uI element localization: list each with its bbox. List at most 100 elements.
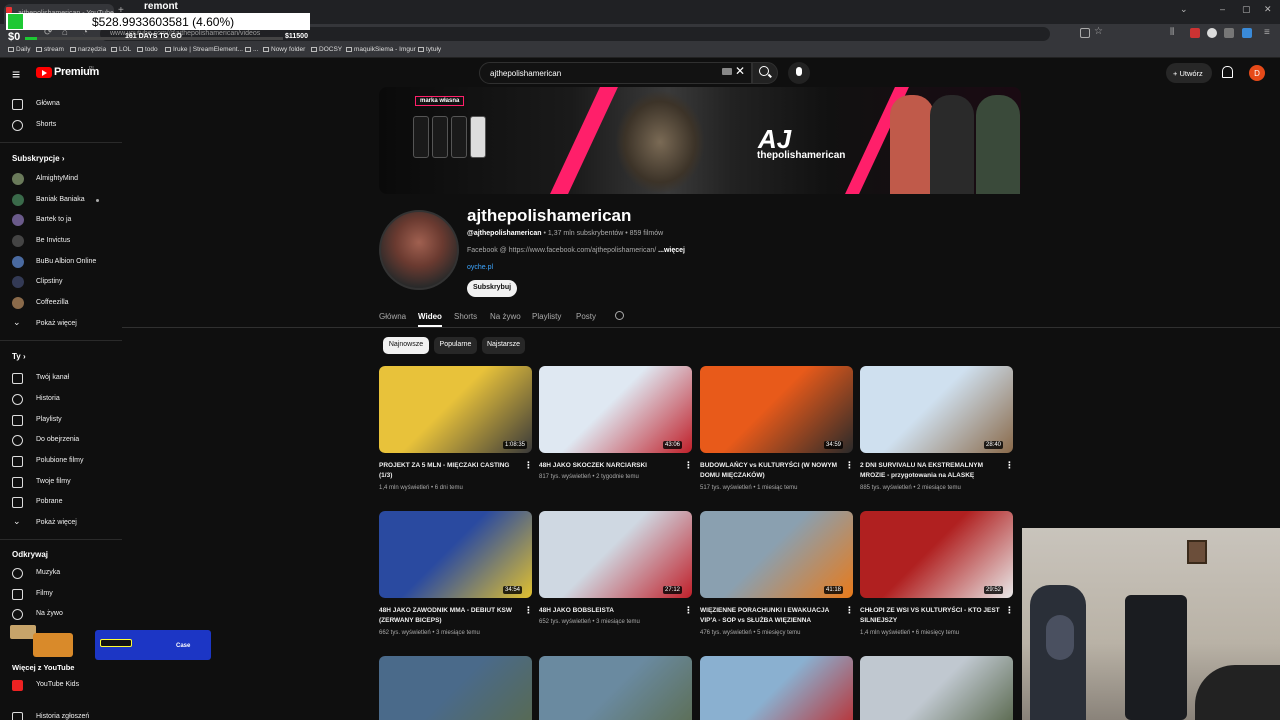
bookmark-item[interactable]: todo bbox=[137, 46, 158, 53]
sidebar-item-report-history[interactable]: Historia zgłoszeń bbox=[12, 712, 122, 720]
maximize-icon[interactable]: ▢ bbox=[1242, 4, 1251, 15]
extension-red-icon[interactable] bbox=[1190, 28, 1200, 38]
bookmark-item[interactable]: maquikSiema - Imgur bbox=[346, 46, 416, 53]
video-more-options-icon[interactable]: ⋮ bbox=[845, 605, 854, 616]
you-heading[interactable]: Ty › bbox=[12, 352, 26, 361]
cast-icon[interactable] bbox=[1080, 28, 1090, 38]
sidebar-item-playlists[interactable]: Playlisty bbox=[12, 415, 122, 431]
video-more-options-icon[interactable]: ⋮ bbox=[845, 460, 854, 471]
subscriptions-heading[interactable]: Subskrypcje › bbox=[12, 154, 64, 163]
clear-search-icon[interactable]: ✕ bbox=[735, 64, 745, 78]
sidebar-show-more[interactable]: ⌄ Pokaż więcej bbox=[12, 516, 122, 534]
bookmark-item[interactable]: narzędzia bbox=[70, 46, 106, 53]
sidebar-item-downloads[interactable]: Pobrane bbox=[12, 497, 122, 513]
sidebar-item-liked[interactable]: Polubione filmy bbox=[12, 456, 122, 472]
chip-oldest[interactable]: Najstarsze bbox=[482, 337, 525, 354]
channel-description[interactable]: Facebook @ https://www.facebook.com/ajth… bbox=[467, 247, 685, 254]
tab-home[interactable]: Główna bbox=[379, 312, 406, 321]
video-thumbnail[interactable] bbox=[860, 366, 1013, 453]
tab-shorts[interactable]: Shorts bbox=[454, 312, 477, 321]
sidebar-item-music[interactable]: Muzyka bbox=[12, 568, 122, 584]
sidebar-show-more[interactable]: ⌄ Pokaż więcej bbox=[12, 317, 122, 335]
bookmark-item[interactable]: ... bbox=[245, 46, 258, 53]
sidebar-subscription[interactable]: BuBu Albion Online bbox=[12, 256, 122, 273]
sidebar-subscription[interactable]: Baniak Baniaka bbox=[12, 194, 122, 211]
video-more-options-icon[interactable]: ⋮ bbox=[1005, 460, 1014, 471]
video-thumbnail[interactable] bbox=[379, 511, 532, 598]
sidebar-item-shorts[interactable]: Shorts bbox=[12, 120, 122, 136]
video-thumbnail[interactable] bbox=[700, 656, 853, 720]
video-thumbnail[interactable] bbox=[539, 656, 692, 720]
account-avatar[interactable]: D bbox=[1249, 65, 1265, 81]
browser-menu-icon[interactable]: ≡ bbox=[1264, 27, 1270, 38]
sidebar-subscription[interactable]: Clipstiny bbox=[12, 276, 122, 293]
video-title[interactable]: 2 DNI SURVIVALU NA EKSTREMALNYM MROZIE -… bbox=[860, 461, 1000, 481]
tab-live[interactable]: Na żywo bbox=[490, 312, 521, 321]
video-thumbnail[interactable] bbox=[539, 511, 692, 598]
video-title[interactable]: CHŁOPI ZE WSI VS KULTURYŚCI - KTO JEST S… bbox=[860, 606, 1000, 626]
chip-popular[interactable]: Popularne bbox=[434, 337, 477, 354]
video-duration: 34:54 bbox=[503, 586, 523, 594]
bookmark-item[interactable]: LOL bbox=[111, 46, 131, 53]
tab-videos[interactable]: Wideo bbox=[418, 312, 442, 321]
video-thumbnail[interactable] bbox=[700, 511, 853, 598]
sidebar-subscription[interactable]: AlmightyMind bbox=[12, 173, 122, 190]
sidebar-item-your-channel[interactable]: Twój kanał bbox=[12, 373, 122, 389]
sidebar-subscription[interactable]: Bartek to ja bbox=[12, 214, 122, 231]
channel-search-icon[interactable] bbox=[615, 311, 624, 320]
create-button[interactable]: + Utwórz bbox=[1166, 63, 1212, 83]
video-title[interactable]: 48H JAKO BOBSLEISTA bbox=[539, 606, 679, 616]
extension-gray-icon[interactable] bbox=[1224, 28, 1234, 38]
close-window-icon[interactable]: ✕ bbox=[1264, 4, 1272, 15]
bookmark-item[interactable]: tytuły bbox=[418, 46, 441, 53]
extension-circle-icon[interactable] bbox=[1207, 28, 1217, 38]
notifications-bell-icon[interactable] bbox=[1222, 66, 1233, 78]
video-title[interactable]: WIĘZIENNE PORACHUNKI I EWAKUACJA VIP'A -… bbox=[700, 606, 840, 626]
bookmark-item[interactable]: Iruke | StreamElement... bbox=[165, 46, 243, 53]
hamburger-menu-icon[interactable]: ≡ bbox=[12, 66, 20, 82]
video-thumbnail[interactable] bbox=[700, 366, 853, 453]
sidebar-item-movies[interactable]: Filmy bbox=[12, 589, 122, 605]
video-thumbnail[interactable] bbox=[860, 511, 1013, 598]
video-title[interactable]: 48H JAKO SKOCZEK NARCIARSKI bbox=[539, 461, 679, 471]
more-link[interactable]: ...więcej bbox=[658, 247, 685, 254]
video-title[interactable]: 48H JAKO ZAWODNIK MMA - DEBIUT KSW (ZERW… bbox=[379, 606, 519, 626]
video-more-options-icon[interactable]: ⋮ bbox=[524, 460, 533, 471]
tab-playlists[interactable]: Playlisty bbox=[532, 312, 561, 321]
keyboard-icon[interactable] bbox=[722, 68, 732, 75]
extension-blue-icon[interactable] bbox=[1242, 28, 1252, 38]
video-thumbnail[interactable] bbox=[860, 656, 1013, 720]
video-more-options-icon[interactable]: ⋮ bbox=[684, 460, 693, 471]
sidebar-item-youtube-kids[interactable]: YouTube Kids bbox=[12, 680, 122, 696]
video-thumbnail[interactable] bbox=[379, 656, 532, 720]
video-title[interactable]: BUDOWLAŃCY vs KULTURYŚCI (W NOWYM DOMU M… bbox=[700, 461, 840, 481]
chip-newest[interactable]: Najnowsze bbox=[383, 337, 429, 354]
sidebar-item-live[interactable]: Na żywo bbox=[12, 609, 122, 625]
tab-posts[interactable]: Posty bbox=[576, 312, 596, 321]
bookmark-item[interactable]: Daily bbox=[8, 46, 30, 53]
sidebar-item-home[interactable]: Główna bbox=[12, 99, 122, 115]
bookmark-star-icon[interactable]: ☆ bbox=[1094, 26, 1103, 37]
sidebar-item-history[interactable]: Historia bbox=[12, 394, 122, 410]
bookmark-item[interactable]: stream bbox=[36, 46, 64, 53]
video-title[interactable]: PROJEKT ZA 5 MLN - MIĘCZAKI CASTING (1/3… bbox=[379, 461, 519, 481]
channel-external-link[interactable]: oyche.pl bbox=[467, 264, 493, 271]
bookmark-item[interactable]: DOCSY bbox=[311, 46, 342, 53]
sidebar-item-watch-later[interactable]: Do obejrzenia bbox=[12, 435, 122, 451]
minimize-icon[interactable]: – bbox=[1220, 4, 1225, 14]
sidebar-subscription[interactable]: Be Invictus bbox=[12, 235, 122, 252]
video-more-options-icon[interactable]: ⋮ bbox=[524, 605, 533, 616]
subscribe-button[interactable]: Subskrybuj bbox=[467, 280, 517, 297]
tab-list-icon[interactable]: ⌄ bbox=[1180, 4, 1188, 15]
video-thumbnail[interactable] bbox=[539, 366, 692, 453]
youtube-logo-icon[interactable] bbox=[36, 67, 52, 78]
video-thumbnail[interactable] bbox=[379, 366, 532, 453]
video-more-options-icon[interactable]: ⋮ bbox=[684, 605, 693, 616]
search-input[interactable]: ajthepolishamerican bbox=[479, 62, 752, 84]
sidebar-item-your-videos[interactable]: Twoje filmy bbox=[12, 477, 122, 493]
library-icon[interactable]: ⫴ bbox=[1170, 27, 1174, 38]
bookmark-item[interactable]: Nowy folder bbox=[263, 46, 305, 53]
video-more-options-icon[interactable]: ⋮ bbox=[1005, 605, 1014, 616]
channel-avatar-image[interactable] bbox=[379, 210, 459, 290]
sidebar-subscription[interactable]: Coffeezilla bbox=[12, 297, 122, 314]
